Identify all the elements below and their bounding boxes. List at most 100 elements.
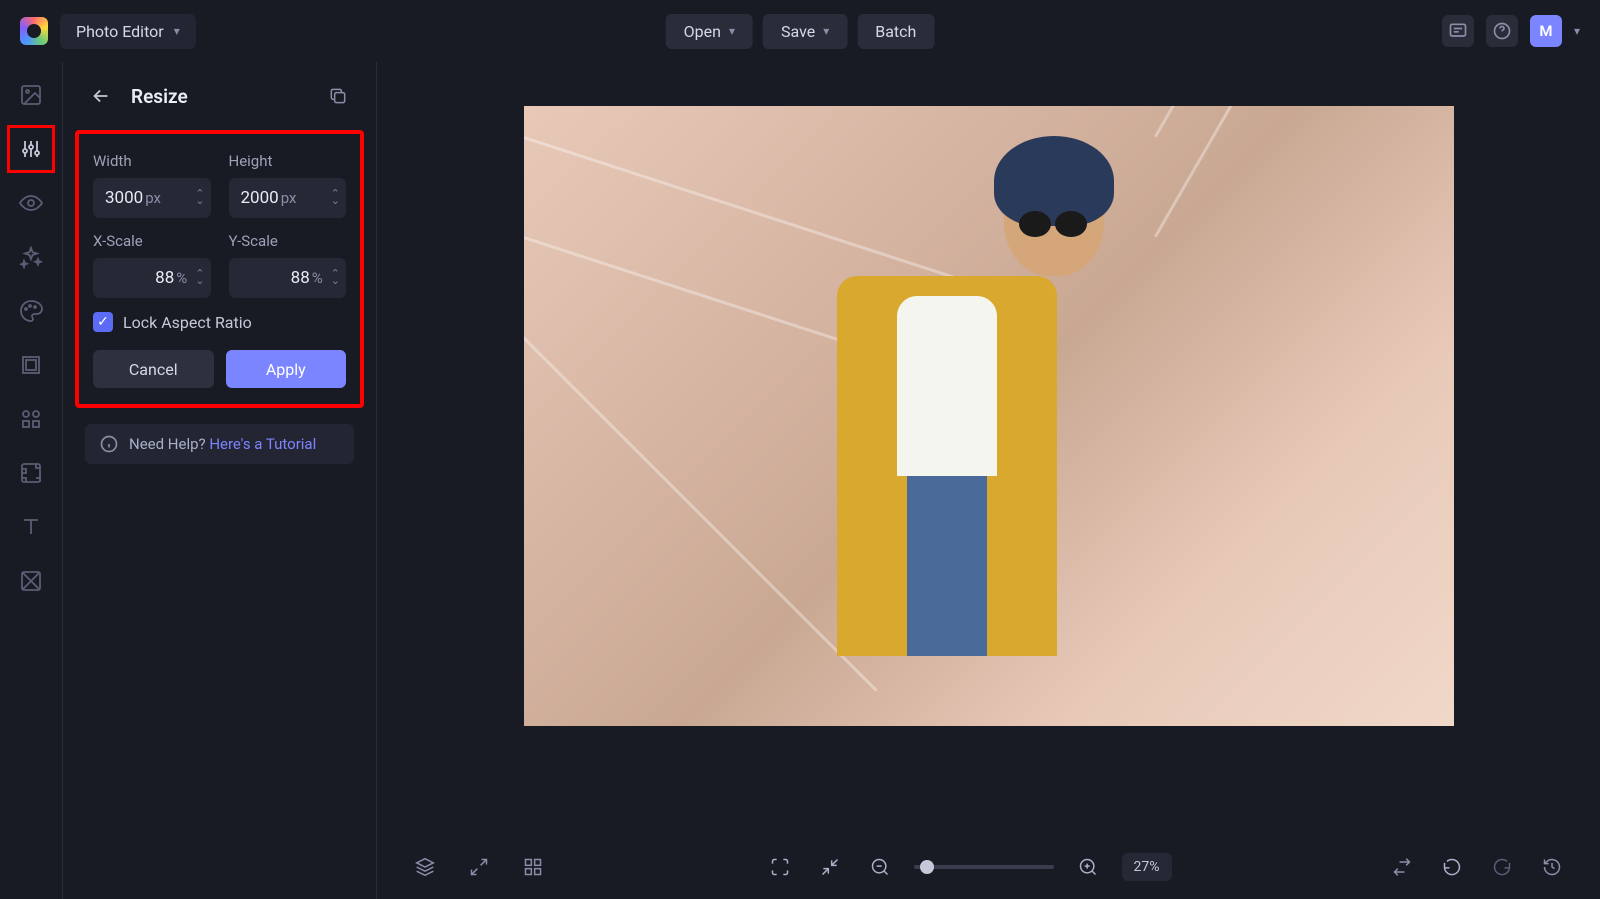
percent-unit: % bbox=[312, 269, 323, 287]
yscale-value: 88 bbox=[291, 268, 310, 288]
header-center-group: Open ▾ Save ▾ Batch bbox=[666, 14, 935, 49]
palette-tool-icon[interactable] bbox=[18, 298, 44, 324]
spinner-arrows: ⌃ ⌄ bbox=[195, 191, 204, 204]
px-unit: px bbox=[281, 189, 297, 207]
bottom-toolbar: 27% bbox=[377, 835, 1600, 899]
canvas[interactable] bbox=[377, 62, 1600, 835]
zoom-slider[interactable] bbox=[914, 865, 1054, 869]
lock-aspect-label: Lock Aspect Ratio bbox=[123, 313, 252, 332]
help-row: Need Help? Here's a Tutorial bbox=[85, 424, 354, 464]
height-input[interactable]: 2000 px ⌃ ⌄ bbox=[229, 178, 347, 218]
app-header: Photo Editor ▾ Open ▾ Save ▾ Batch M ▾ bbox=[0, 0, 1600, 62]
feedback-icon[interactable] bbox=[1442, 15, 1474, 47]
stepper-down-icon[interactable]: ⌄ bbox=[331, 278, 340, 285]
zoom-percent[interactable]: 27% bbox=[1122, 853, 1172, 881]
canvas-area: 27% bbox=[377, 62, 1600, 899]
effects-tool-icon[interactable] bbox=[18, 244, 44, 270]
image-tool-icon[interactable] bbox=[18, 82, 44, 108]
app-logo bbox=[20, 17, 48, 45]
spinner-arrows: ⌃ ⌄ bbox=[331, 271, 340, 284]
height-label: Height bbox=[229, 152, 347, 170]
layers-icon[interactable] bbox=[409, 851, 441, 883]
batch-label: Batch bbox=[875, 22, 916, 41]
width-field: Width 3000 px ⌃ ⌄ bbox=[93, 152, 211, 218]
fill-screen-icon[interactable] bbox=[814, 851, 846, 883]
xscale-value: 88 bbox=[155, 268, 174, 288]
zoom-handle[interactable] bbox=[920, 860, 934, 874]
resize-controls-box: Width 3000 px ⌃ ⌄ Height 2000 px bbox=[75, 130, 364, 408]
save-label: Save bbox=[781, 22, 815, 41]
height-value: 2000 bbox=[241, 188, 279, 208]
avatar-letter: M bbox=[1539, 22, 1552, 40]
app-dropdown-label: Photo Editor bbox=[76, 22, 164, 41]
dimension-row: Width 3000 px ⌃ ⌄ Height 2000 px bbox=[93, 152, 346, 218]
px-unit: px bbox=[145, 189, 161, 207]
zoom-out-icon[interactable] bbox=[864, 851, 896, 883]
yscale-field: Y-Scale 88 % ⌃ ⌄ bbox=[229, 232, 347, 298]
main-layout: Resize Width 3000 px ⌃ ⌄ bbox=[0, 62, 1600, 899]
lock-aspect-checkbox[interactable]: ✓ bbox=[93, 312, 113, 332]
xscale-input[interactable]: 88 % ⌃ ⌄ bbox=[93, 258, 211, 298]
tool-rail bbox=[0, 62, 63, 899]
stepper-down-icon[interactable]: ⌄ bbox=[195, 278, 204, 285]
xscale-field: X-Scale 88 % ⌃ ⌄ bbox=[93, 232, 211, 298]
batch-button[interactable]: Batch bbox=[857, 14, 934, 49]
width-label: Width bbox=[93, 152, 211, 170]
undo-icon[interactable] bbox=[1436, 851, 1468, 883]
text-tool-icon[interactable] bbox=[18, 514, 44, 540]
redo-icon[interactable] bbox=[1486, 851, 1518, 883]
save-button[interactable]: Save ▾ bbox=[763, 14, 847, 49]
texture-tool-icon[interactable] bbox=[18, 568, 44, 594]
back-button[interactable] bbox=[85, 80, 117, 112]
action-buttons: Cancel Apply bbox=[93, 350, 346, 388]
copy-icon[interactable] bbox=[322, 80, 354, 112]
elements-tool-icon[interactable] bbox=[18, 406, 44, 432]
yscale-input[interactable]: 88 % ⌃ ⌄ bbox=[229, 258, 347, 298]
xscale-label: X-Scale bbox=[93, 232, 211, 250]
zoom-controls: 27% bbox=[764, 851, 1172, 883]
width-input[interactable]: 3000 px ⌃ ⌄ bbox=[93, 178, 211, 218]
chevron-down-icon: ▾ bbox=[174, 24, 180, 38]
frame-tool-icon[interactable] bbox=[18, 352, 44, 378]
open-label: Open bbox=[684, 22, 721, 41]
chevron-down-icon[interactable]: ▾ bbox=[1574, 24, 1580, 38]
bottom-right-group bbox=[1386, 851, 1568, 883]
help-icon[interactable] bbox=[1486, 15, 1518, 47]
lock-aspect-row[interactable]: ✓ Lock Aspect Ratio bbox=[93, 312, 346, 332]
scale-row: X-Scale 88 % ⌃ ⌄ Y-Scale 88 % bbox=[93, 232, 346, 298]
compare-icon[interactable] bbox=[1386, 851, 1418, 883]
spinner-arrows: ⌃ ⌄ bbox=[331, 191, 340, 204]
info-icon bbox=[99, 434, 119, 454]
user-avatar[interactable]: M bbox=[1530, 15, 1562, 47]
app-dropdown[interactable]: Photo Editor ▾ bbox=[60, 14, 196, 49]
yscale-label: Y-Scale bbox=[229, 232, 347, 250]
eye-tool-icon[interactable] bbox=[18, 190, 44, 216]
cancel-button[interactable]: Cancel bbox=[93, 350, 214, 388]
zoom-in-icon[interactable] bbox=[1072, 851, 1104, 883]
tutorial-link[interactable]: Here's a Tutorial bbox=[209, 435, 316, 453]
panel-header: Resize bbox=[63, 80, 376, 130]
width-value: 3000 bbox=[105, 188, 143, 208]
apply-label: Apply bbox=[266, 360, 306, 379]
panel-title: Resize bbox=[131, 85, 188, 108]
adjust-tool-icon[interactable] bbox=[18, 136, 44, 162]
stepper-down-icon[interactable]: ⌄ bbox=[331, 198, 340, 205]
apply-button[interactable]: Apply bbox=[226, 350, 347, 388]
help-text: Need Help? Here's a Tutorial bbox=[129, 435, 316, 453]
stepper-down-icon[interactable]: ⌄ bbox=[195, 198, 204, 205]
spinner-arrows: ⌃ ⌄ bbox=[195, 271, 204, 284]
expand-icon[interactable] bbox=[463, 851, 495, 883]
bottom-left-group bbox=[409, 851, 549, 883]
fit-screen-icon[interactable] bbox=[764, 851, 796, 883]
open-button[interactable]: Open ▾ bbox=[666, 14, 753, 49]
grid-icon[interactable] bbox=[517, 851, 549, 883]
height-field: Height 2000 px ⌃ ⌄ bbox=[229, 152, 347, 218]
cancel-label: Cancel bbox=[129, 360, 178, 379]
history-icon[interactable] bbox=[1536, 851, 1568, 883]
header-right-group: M ▾ bbox=[1442, 15, 1580, 47]
overlay-tool-icon[interactable] bbox=[18, 460, 44, 486]
editing-image[interactable] bbox=[524, 106, 1454, 726]
percent-unit: % bbox=[176, 269, 187, 287]
chevron-down-icon: ▾ bbox=[729, 24, 735, 38]
resize-panel: Resize Width 3000 px ⌃ ⌄ bbox=[63, 62, 377, 899]
